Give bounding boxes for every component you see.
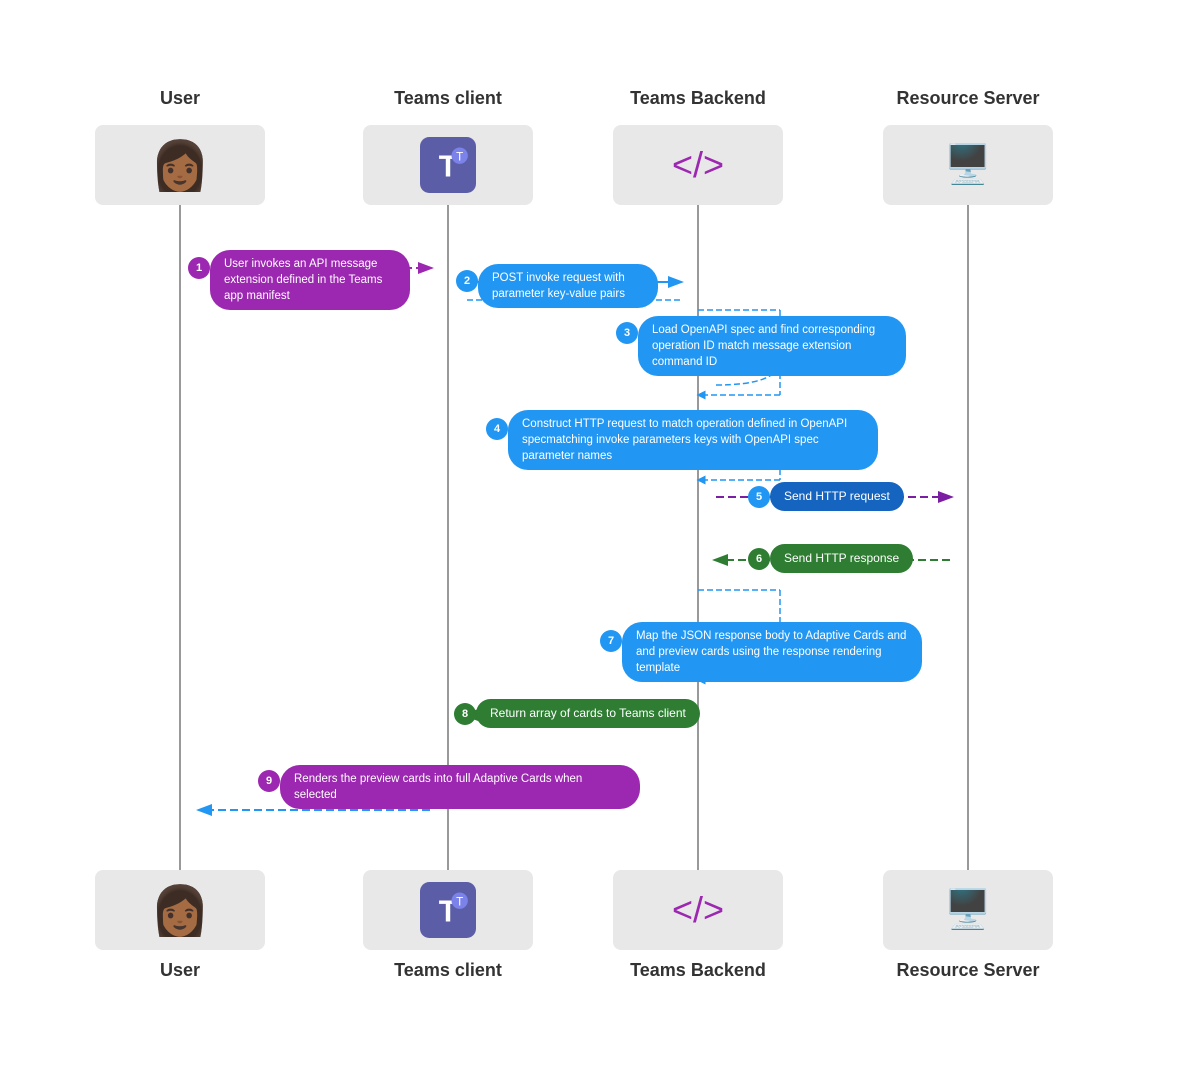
server-icon-top: 🖥️ xyxy=(944,143,991,187)
step-circle-6: 6 xyxy=(748,548,770,570)
step-circle-9: 9 xyxy=(258,770,280,792)
step-circle-5: 5 xyxy=(748,486,770,508)
svg-text:T: T xyxy=(456,895,463,908)
step-circle-8: 8 xyxy=(454,703,476,725)
step-circle-1: 1 xyxy=(188,257,210,279)
actor-backend-label-bottom: Teams Backend xyxy=(613,960,783,981)
actor-user-top: 👩🏾 xyxy=(95,125,265,205)
msg-bubble-9: Renders the preview cards into full Adap… xyxy=(280,765,640,809)
actor-user-label-bottom: User xyxy=(95,960,265,981)
code-icon-top: </> xyxy=(672,144,724,186)
step-circle-7: 7 xyxy=(600,630,622,652)
actor-resource-top: 🖥️ xyxy=(883,125,1053,205)
code-icon-bottom: </> xyxy=(672,889,724,931)
actor-teams-bottom: T T xyxy=(363,870,533,950)
msg-bubble-4: Construct HTTP request to match operatio… xyxy=(508,410,878,470)
user-icon-top: 👩🏾 xyxy=(150,137,210,194)
actor-backend-top: </> xyxy=(613,125,783,205)
actor-teams-top: T T xyxy=(363,125,533,205)
actor-user-bottom: 👩🏾 xyxy=(95,870,265,950)
server-icon-bottom: 🖥️ xyxy=(944,888,991,932)
msg-bubble-7: Map the JSON response body to Adaptive C… xyxy=(622,622,922,682)
actor-teams-label-bottom: Teams client xyxy=(363,960,533,981)
actor-resource-bottom: 🖥️ xyxy=(883,870,1053,950)
svg-text:T: T xyxy=(456,150,463,163)
step-circle-2: 2 xyxy=(456,270,478,292)
msg-bubble-2: POST invoke request with parameter key-v… xyxy=(478,264,658,308)
actor-resource-label-top: Resource Server xyxy=(883,88,1053,109)
diagram-container: 👩🏾 User T T Teams client </> Teams Backe… xyxy=(0,0,1200,1083)
actor-resource-label-bottom: Resource Server xyxy=(883,960,1053,981)
teams-icon-top: T T xyxy=(420,137,476,193)
teams-icon-bottom: T T xyxy=(420,882,476,938)
actor-teams-label-top: Teams client xyxy=(363,88,533,109)
msg-bubble-5: Send HTTP request xyxy=(770,482,904,511)
user-icon-bottom: 👩🏾 xyxy=(150,882,210,939)
msg-bubble-1: User invokes an API message extension de… xyxy=(210,250,410,310)
msg-bubble-6: Send HTTP response xyxy=(770,544,913,573)
actor-backend-bottom: </> xyxy=(613,870,783,950)
step-circle-3: 3 xyxy=(616,322,638,344)
step-circle-4: 4 xyxy=(486,418,508,440)
msg-bubble-8: Return array of cards to Teams client xyxy=(476,699,700,728)
msg-bubble-3: Load OpenAPI spec and find corresponding… xyxy=(638,316,906,376)
actor-backend-label-top: Teams Backend xyxy=(613,88,783,109)
actor-user-label-top: User xyxy=(95,88,265,109)
